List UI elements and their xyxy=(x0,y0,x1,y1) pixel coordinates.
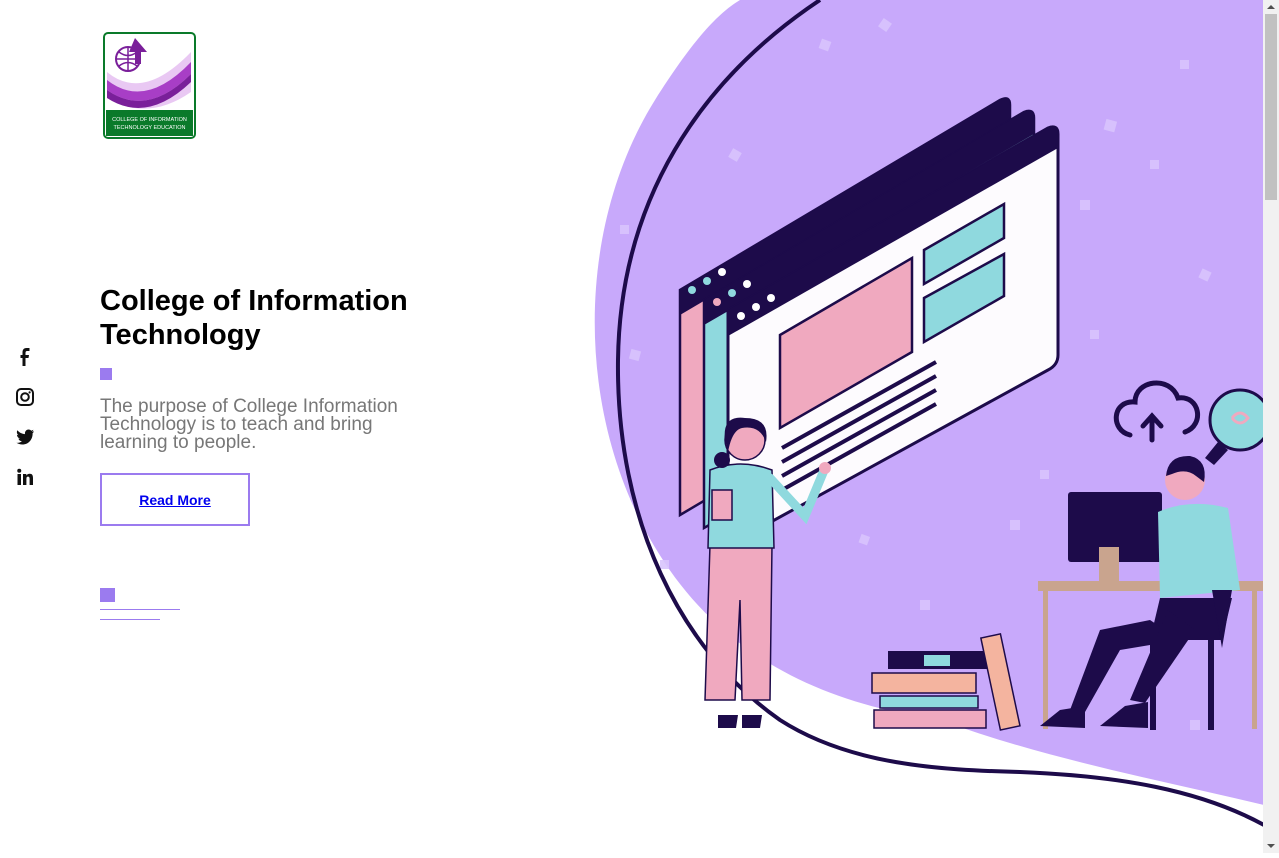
hero-illustration xyxy=(594,0,1264,827)
page-title: College of Information Technology xyxy=(100,285,408,351)
college-logo[interactable]: COLLEGE OF INFORMATION TECHNOLOGY EDUCAT… xyxy=(103,32,196,139)
logo-line-1: COLLEGE OF INFORMATION xyxy=(112,117,187,123)
title-accent-square xyxy=(100,368,112,380)
read-more-button[interactable]: Read More xyxy=(100,473,250,526)
scroll-up-arrow-icon[interactable] xyxy=(1263,0,1279,14)
scrollbar-thumb[interactable] xyxy=(1265,14,1277,200)
logo-line-2: TECHNOLOGY EDUCATION xyxy=(114,125,186,131)
slider-line xyxy=(100,609,180,610)
twitter-icon[interactable] xyxy=(14,426,36,448)
instagram-icon[interactable] xyxy=(14,386,36,408)
slider-line xyxy=(100,619,160,620)
linkedin-icon[interactable] xyxy=(14,466,36,488)
slider-indicator[interactable] xyxy=(100,588,115,602)
scroll-down-arrow-icon[interactable] xyxy=(1263,839,1279,853)
hero-description: The purpose of College Information Techn… xyxy=(100,396,398,453)
facebook-icon[interactable] xyxy=(14,346,36,368)
